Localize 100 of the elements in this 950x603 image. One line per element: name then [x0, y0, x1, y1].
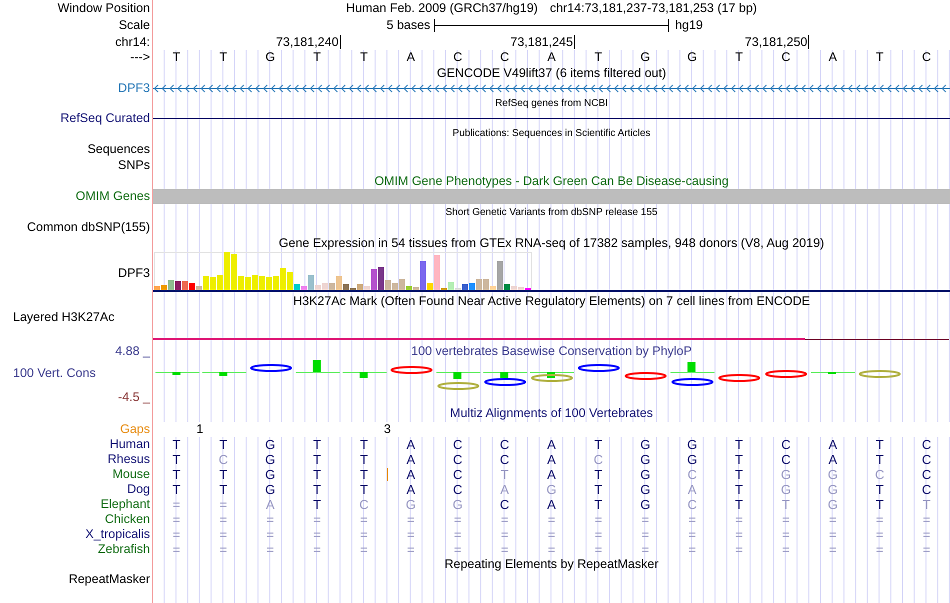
base-letter: A — [828, 50, 838, 65]
aligned-base: = — [312, 512, 322, 527]
aligned-base: = — [359, 527, 369, 542]
aligned-base: = — [452, 542, 463, 557]
aligned-base: G — [826, 497, 839, 512]
aligned-base: T — [171, 452, 182, 467]
base-letter: G — [686, 50, 698, 65]
aligned-base: = — [218, 497, 228, 512]
aligned-base: = — [406, 542, 416, 557]
ruler-tick-label: 73,181,245 — [510, 35, 575, 49]
track-title: OMIM Gene Phenotypes - Dark Green Can Be Disease-causing — [374, 174, 729, 188]
position-text: chr14:73,181,237-73,181,253 (17 bp) — [550, 1, 757, 16]
aligned-base: A — [827, 452, 838, 467]
aligned-base: = — [500, 512, 510, 527]
aligned-base: = — [172, 512, 182, 527]
aligned-base: C — [498, 452, 510, 467]
aligned-base: T — [593, 482, 604, 497]
aligned-base: T — [593, 497, 604, 512]
gene-label[interactable]: DPF3 — [118, 81, 150, 96]
track-title: Gene Expression in 54 tissues from GTEx RNA-seq of 17382 samples, 948 donors (V8, Aug 2019) — [278, 236, 824, 250]
aligned-base: T — [358, 482, 369, 497]
aligned-base: = — [218, 542, 228, 557]
aligned-base: T — [312, 437, 322, 452]
species-label[interactable]: Human — [110, 437, 150, 452]
track-label: SNPs — [118, 158, 150, 172]
track-title: H3K27Ac Mark (Often Found Near Active Regulatory Elements) on 7 cell lines from ENCODE — [293, 294, 810, 309]
aligned-base: = — [500, 542, 510, 557]
aligned-base: C — [218, 452, 229, 467]
aligned-base: A — [546, 437, 557, 452]
aligned-base: T — [874, 482, 885, 497]
aligned-base: A — [406, 437, 416, 452]
aligned-base: = — [172, 497, 182, 512]
aligned-base: = — [500, 527, 510, 542]
base-letter: A — [546, 50, 557, 65]
aligned-base: T — [593, 437, 604, 452]
aligned-base: = — [640, 542, 650, 557]
aligned-base: C — [920, 482, 932, 497]
assembly-title: Human Feb. 2009 (GRCh37/hg19) — [346, 1, 538, 16]
track-label: 100 Vert. Cons — [12, 366, 96, 380]
aligned-base: = — [265, 542, 275, 557]
aligned-base: C — [874, 467, 886, 482]
species-label[interactable]: Rhesus — [108, 452, 150, 467]
track-label[interactable]: OMIM Genes — [76, 189, 150, 204]
species-label[interactable]: X_tropicalis — [85, 527, 150, 542]
aligned-base: G — [264, 452, 276, 467]
species-label[interactable]: Dog — [127, 482, 150, 497]
aligned-base: = — [781, 527, 791, 542]
expression-bar-drawing[interactable] — [154, 252, 532, 291]
aligned-base: T — [734, 467, 744, 482]
aligned-base: = — [172, 542, 182, 557]
aligned-base: = — [874, 512, 884, 527]
aligned-base: T — [734, 497, 744, 512]
track-title: Short Genetic Variants from dbSNP release 155 — [446, 206, 658, 220]
aligned-base: C — [452, 467, 464, 482]
aligned-base: G — [826, 467, 839, 482]
aligned-base: G — [639, 482, 652, 497]
aligned-base: = — [874, 527, 884, 542]
aligned-base: = — [734, 512, 744, 527]
aligned-base: = — [594, 542, 604, 557]
aligned-base: = — [687, 512, 697, 527]
aligned-base: = — [594, 527, 604, 542]
aligned-base: T — [358, 452, 369, 467]
aligned-base: G — [686, 452, 698, 467]
aligned-base: C — [920, 437, 932, 452]
aligned-base: C — [358, 497, 370, 512]
aligned-base: G — [639, 467, 652, 482]
aligned-base: = — [546, 542, 556, 557]
aligned-base: = — [546, 512, 556, 527]
aligned-base: A — [406, 467, 416, 482]
aligned-base: = — [874, 542, 884, 557]
track-title: RefSeq genes from NCBI — [495, 97, 608, 111]
aligned-base: G — [639, 452, 652, 467]
aligned-base: = — [359, 542, 369, 557]
aligned-base: = — [640, 512, 650, 527]
aligned-base: G — [639, 497, 652, 512]
aligned-base: A — [827, 437, 838, 452]
species-label[interactable]: Zebrafish — [98, 542, 150, 557]
base-letter: A — [406, 50, 416, 65]
aligned-base: A — [499, 482, 510, 497]
aligned-base: = — [781, 512, 791, 527]
gap-count: 3 — [384, 422, 391, 437]
aligned-base: A — [546, 452, 557, 467]
aligned-base: T — [312, 482, 322, 497]
base-letter: C — [780, 50, 792, 65]
aligned-base: = — [687, 527, 697, 542]
track-label[interactable]: RefSeq Curated — [60, 111, 150, 126]
aligned-base: C — [452, 452, 464, 467]
aligned-base: T — [734, 452, 744, 467]
aligned-base: = — [406, 512, 416, 527]
aligned-base: C — [780, 452, 792, 467]
aligned-base: C — [686, 497, 698, 512]
aligned-base: = — [734, 527, 744, 542]
aligned-base: T — [312, 467, 322, 482]
aligned-base: G — [264, 467, 276, 482]
gap-count: 1 — [196, 422, 204, 437]
species-label[interactable]: Chicken — [104, 512, 150, 527]
species-label[interactable]: Mouse — [112, 467, 150, 482]
aligned-base: T — [218, 437, 228, 452]
species-label[interactable]: Elephant — [100, 497, 150, 512]
base-letter: T — [874, 50, 884, 65]
